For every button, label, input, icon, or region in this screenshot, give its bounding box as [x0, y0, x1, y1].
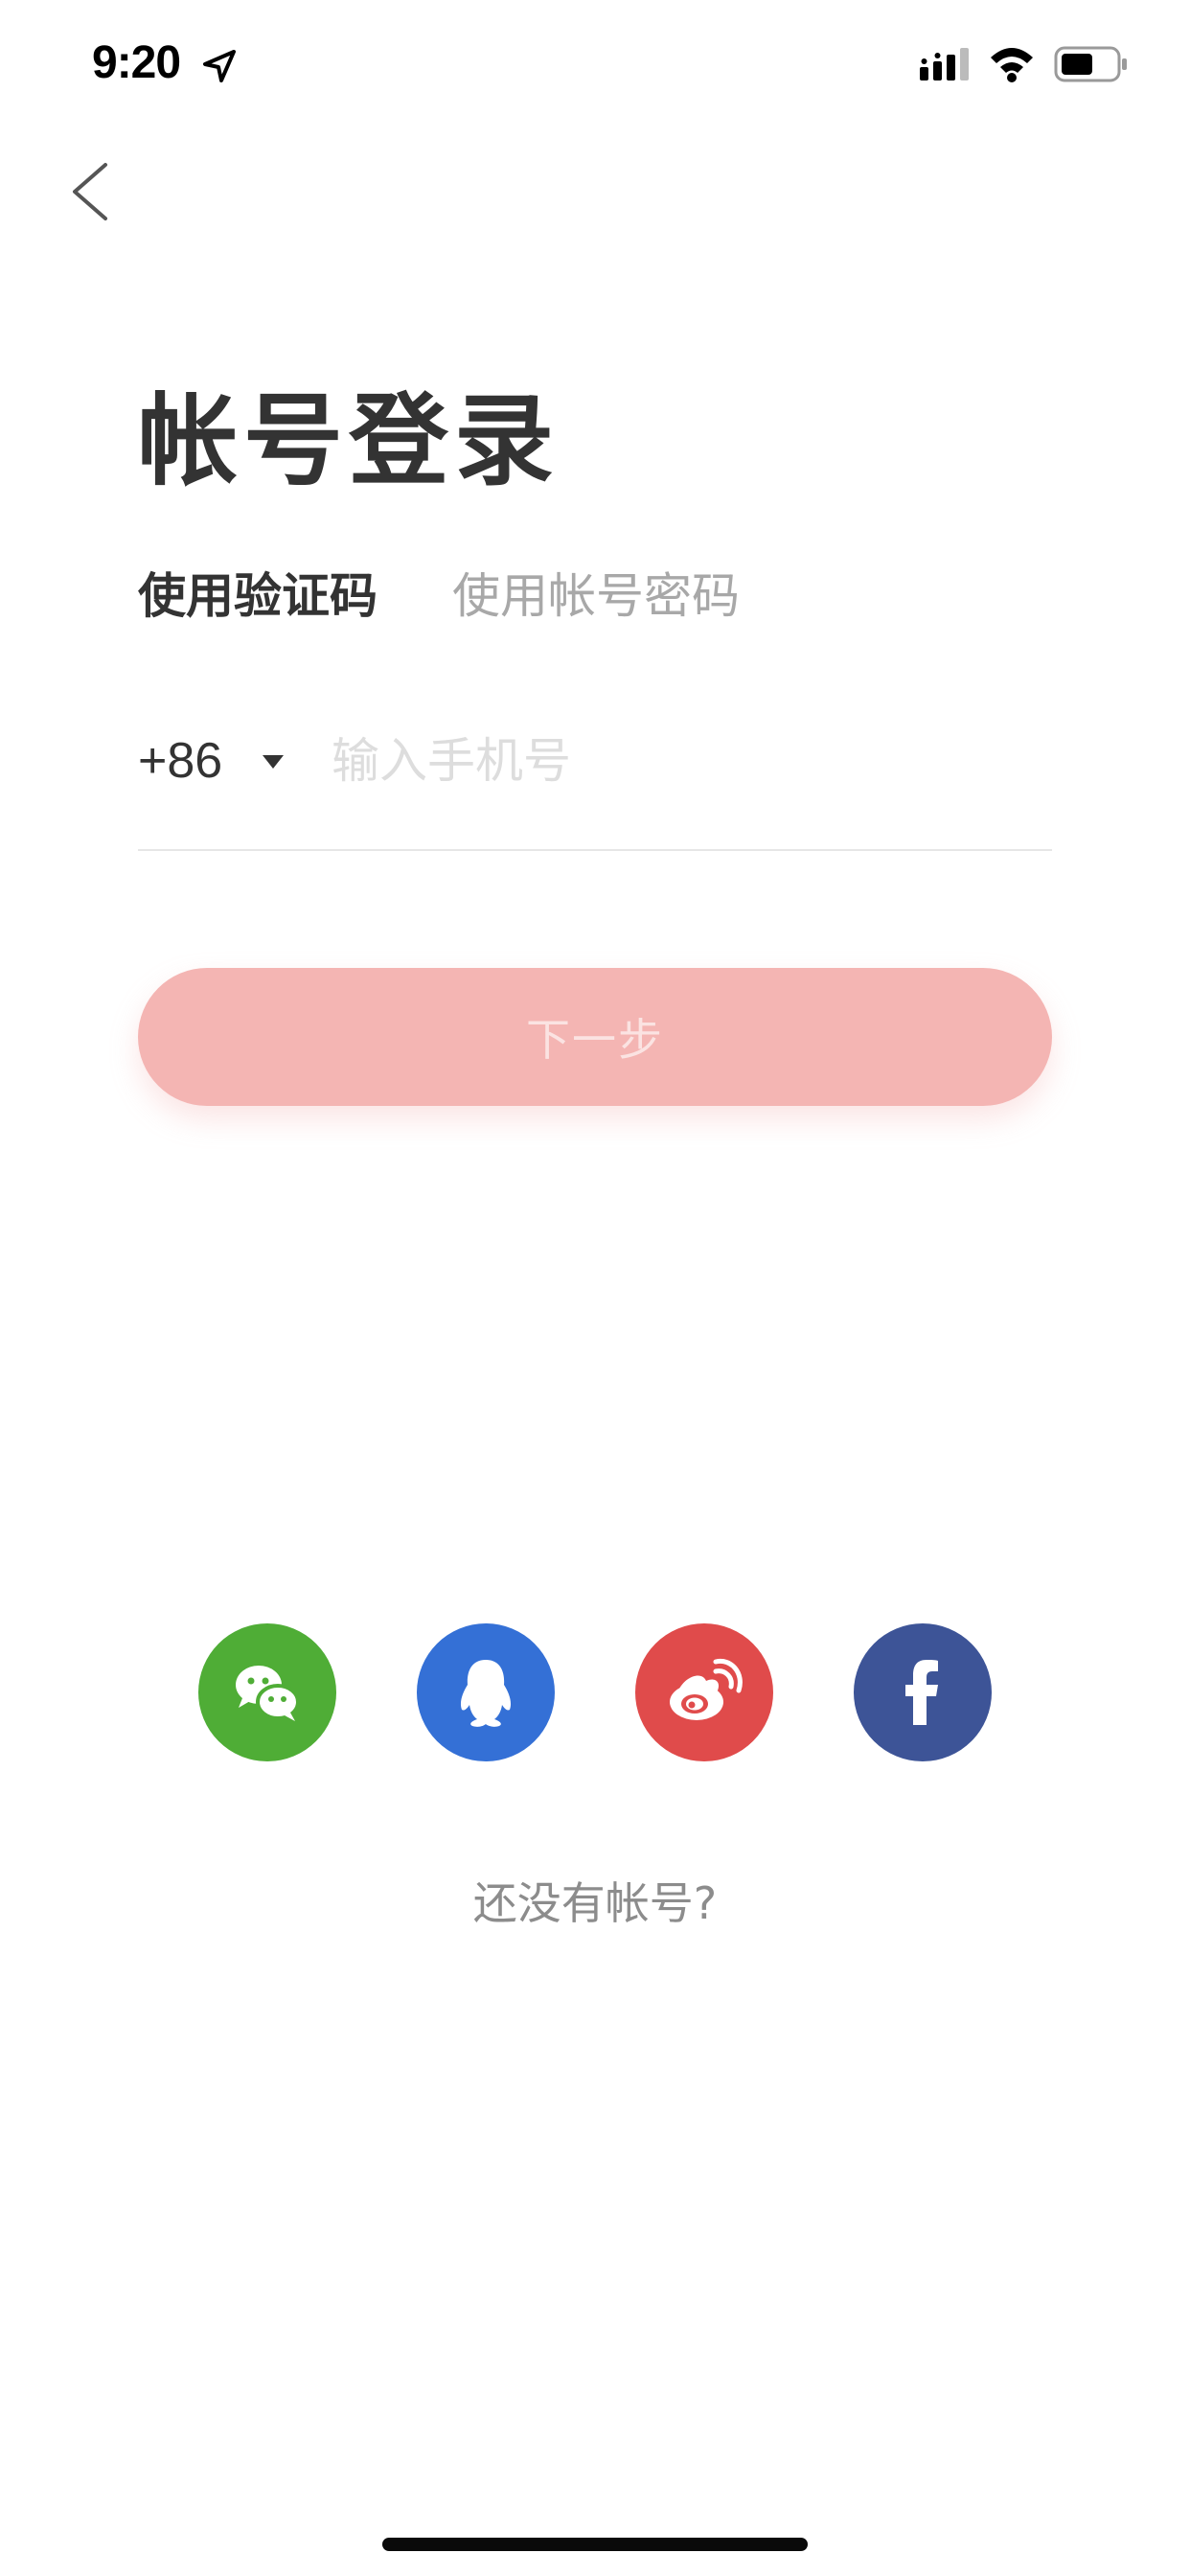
next-button[interactable]: 下一步 — [138, 968, 1052, 1106]
chevron-down-icon[interactable] — [261, 753, 286, 770]
weibo-icon — [670, 1658, 743, 1720]
wechat-icon — [236, 1666, 300, 1721]
next-button-label: 下一步 — [526, 1014, 664, 1066]
tab-account-password[interactable]: 使用帐号密码 — [452, 565, 740, 627]
location-arrow-icon — [203, 50, 236, 82]
facebook-login-button[interactable] — [854, 1623, 992, 1761]
status-bar: 9:20 — [0, 0, 1190, 126]
cellular-signal-icon — [920, 48, 969, 80]
weibo-login-button[interactable] — [635, 1623, 773, 1761]
qq-icon — [460, 1660, 512, 1727]
home-indicator — [382, 2538, 808, 2551]
tab-verification-code[interactable]: 使用验证码 — [138, 565, 378, 627]
page-title: 帐号登录 — [138, 382, 561, 499]
back-button[interactable] — [57, 153, 125, 230]
country-code-selector[interactable]: +86 — [138, 730, 222, 792]
chevron-left-icon — [73, 163, 107, 220]
phone-number-input[interactable] — [332, 724, 1050, 797]
status-time: 9:20 — [92, 37, 181, 88]
facebook-icon — [905, 1660, 938, 1725]
qq-login-button[interactable] — [417, 1623, 555, 1761]
input-divider — [138, 849, 1052, 851]
signup-link[interactable]: 还没有帐号? — [0, 1874, 1190, 1932]
wechat-login-button[interactable] — [198, 1623, 336, 1761]
wifi-icon — [991, 48, 1033, 82]
battery-icon — [1054, 46, 1127, 82]
